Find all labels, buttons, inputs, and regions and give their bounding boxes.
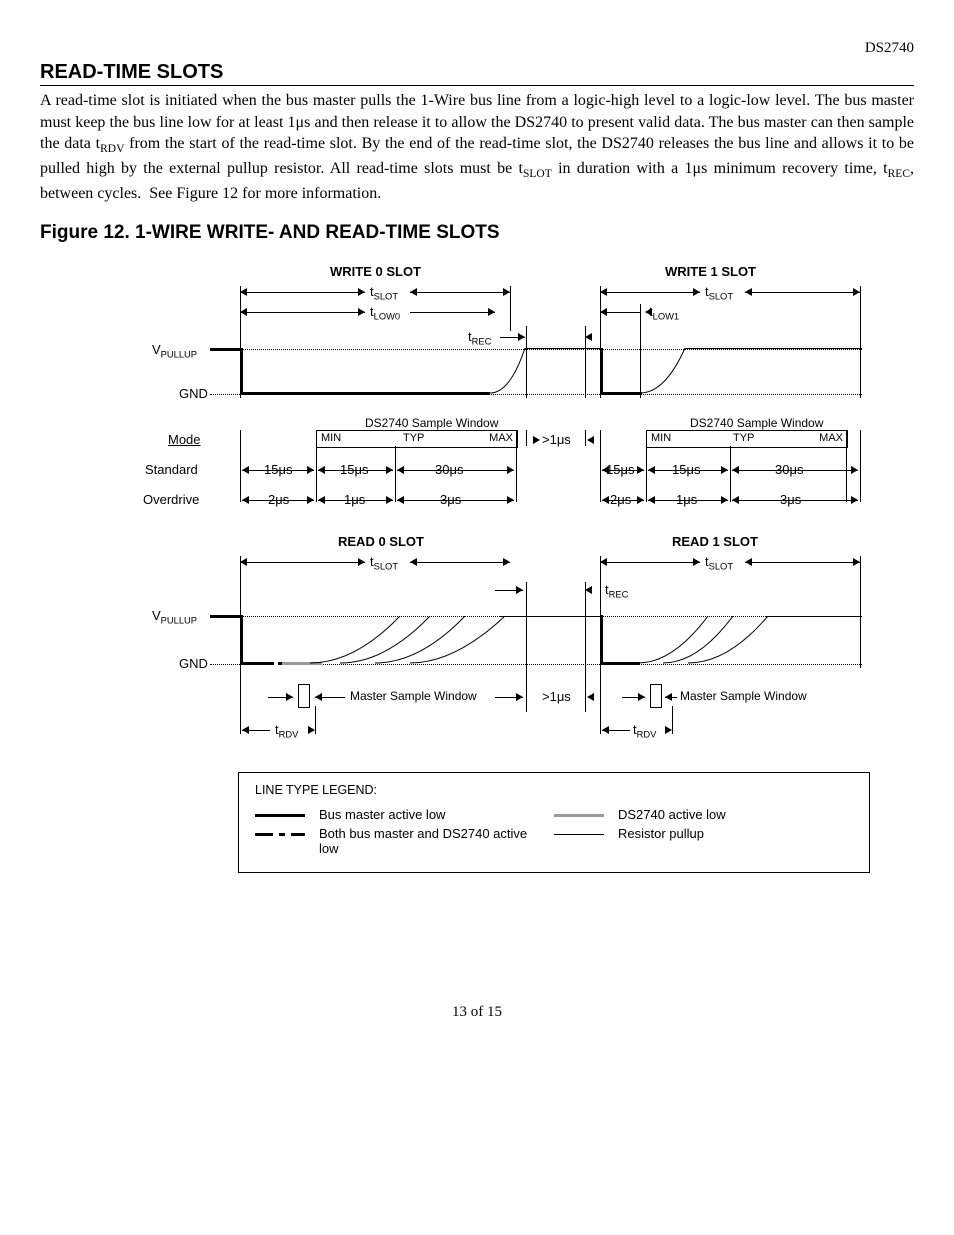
min-w0: MIN [321,432,341,444]
master-win-1: Master Sample Window [680,689,807,703]
legend-box: LINE TYPE LEGEND: Bus master active low … [238,772,870,873]
read1-title: READ 1 SLOT [672,534,758,549]
std-15d: 15μs [672,462,700,477]
gt1us-w: >1μs [542,432,571,447]
write0-title: WRITE 0 SLOT [330,264,421,279]
timing-diagram: WRITE 0 SLOT WRITE 1 SLOT tSLOT tSLOT tL… [40,264,910,964]
vpullup-r: VPULLUP [152,608,197,626]
legend-ds2740: DS2740 active low [618,807,828,822]
write1-title: WRITE 1 SLOT [665,264,756,279]
od-1b: 1μs [676,492,697,507]
mode-heading: Mode [168,432,201,447]
legend-busmaster: Bus master active low [319,807,529,822]
std-30b: 30μs [775,462,803,477]
read0-title: READ 0 SLOT [338,534,424,549]
gt1us-r: >1μs [542,689,571,704]
od-1a: 1μs [344,492,365,507]
std-15a: 15μs [264,462,292,477]
typ-w0: TYP [403,432,424,444]
tslot-r1: tSLOT [705,554,733,572]
od-3b: 3μs [780,492,801,507]
max-w1: MAX [819,432,843,444]
body-paragraph: A read-time slot is initiated when the b… [40,90,914,204]
std-15c: 15μs [606,462,634,477]
mode-overdrive: Overdrive [143,492,199,507]
tlow1: tLOW1 [649,304,679,322]
tslot-r0: tSLOT [370,554,398,572]
section-heading: READ-TIME SLOTS [40,61,914,86]
tlow0: tLOW0 [370,304,400,322]
std-30a: 30μs [435,462,463,477]
vpullup-w: VPULLUP [152,342,197,360]
od-2b: 2μs [610,492,631,507]
tslot-w1: tSLOT [705,284,733,302]
figure-title: Figure 12. 1-WIRE WRITE- AND READ-TIME S… [40,222,914,244]
max-w0: MAX [489,432,513,444]
master-win-0: Master Sample Window [350,689,477,703]
legend-title: LINE TYPE LEGEND: [255,783,853,797]
sample-win-w1: DS2740 Sample Window [690,416,823,430]
trec-r: tREC [605,582,628,600]
od-3a: 3μs [440,492,461,507]
typ-w1: TYP [733,432,754,444]
std-15b: 15μs [340,462,368,477]
min-w1: MIN [651,432,671,444]
legend-resistor: Resistor pullup [618,826,828,841]
od-2a: 2μs [268,492,289,507]
page-number: 13 of 15 [40,1004,914,1021]
tslot-w0: tSLOT [370,284,398,302]
gnd-w: GND [179,386,208,401]
sample-win-w0: DS2740 Sample Window [365,416,498,430]
gnd-r: GND [179,656,208,671]
legend-both: Both bus master and DS2740 active low [319,826,529,856]
trec-w: tREC [468,329,491,347]
trdv-1: tRDV [633,722,656,740]
trdv-0: tRDV [275,722,298,740]
doc-id: DS2740 [40,40,914,57]
mode-standard: Standard [145,462,198,477]
